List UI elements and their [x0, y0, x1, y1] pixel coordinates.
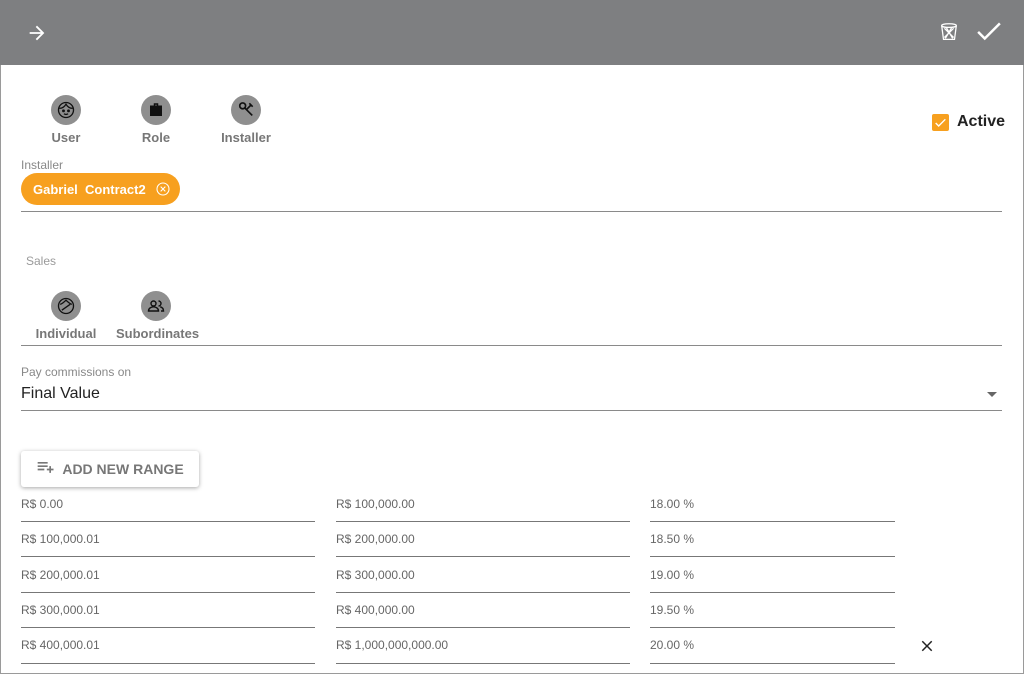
arrow-right-icon[interactable] [22, 18, 52, 48]
range-to-field[interactable]: R$ 300,000.00 [336, 568, 415, 582]
installer-chip[interactable]: Gabriel Contract2 [21, 173, 180, 205]
top-bar [0, 0, 1024, 65]
pay-commissions-underline [21, 410, 1002, 411]
type-role-label: Role [141, 130, 171, 145]
range-percent-field[interactable]: 18.00 % [650, 497, 694, 511]
check-icon[interactable] [972, 14, 1006, 48]
field-underline [21, 592, 315, 593]
field-underline [650, 627, 895, 628]
range-to-field[interactable]: R$ 200,000.00 [336, 532, 415, 546]
sales-label: Sales [26, 254, 57, 268]
individual-icon [51, 291, 81, 321]
sales-individual-button[interactable]: Individual [26, 291, 106, 341]
sales-subordinates-button[interactable]: Subordinates [116, 291, 200, 341]
field-underline [336, 556, 630, 557]
field-underline [650, 663, 895, 664]
field-underline [21, 556, 315, 557]
active-label: Active [957, 113, 1006, 130]
installer-underline [21, 211, 1002, 212]
range-to-field[interactable]: R$ 1,000,000,000.00 [336, 638, 448, 652]
range-from-field[interactable]: R$ 100,000.01 [21, 532, 100, 546]
range-to-field[interactable]: R$ 400,000.00 [336, 603, 415, 617]
sales-subordinates-label: Subordinates [116, 326, 200, 341]
field-underline [650, 592, 895, 593]
installer-field-label: Installer [21, 158, 64, 172]
type-role-button[interactable]: Role [116, 95, 196, 145]
field-underline [336, 521, 630, 522]
add-new-range-label: ADD NEW RANGE [62, 461, 184, 477]
field-underline [336, 627, 630, 628]
close-icon[interactable] [917, 636, 937, 656]
chip-remove-icon[interactable] [154, 180, 172, 198]
field-underline [21, 627, 315, 628]
range-from-field[interactable]: R$ 0.00 [21, 497, 63, 511]
field-underline [650, 521, 895, 522]
installer-chip-text: Gabriel Contract2 [33, 181, 146, 197]
briefcase-icon [141, 95, 171, 125]
range-from-field[interactable]: R$ 200,000.01 [21, 568, 100, 582]
range-from-field[interactable]: R$ 300,000.01 [21, 603, 100, 617]
range-from-field[interactable]: R$ 400,000.01 [21, 638, 100, 652]
chevron-down-icon[interactable] [987, 392, 997, 397]
tools-icon [231, 95, 261, 125]
field-underline [650, 556, 895, 557]
range-percent-field[interactable]: 19.00 % [650, 568, 694, 582]
range-to-field[interactable]: R$ 100,000.00 [336, 497, 415, 511]
type-user-label: User [51, 130, 81, 145]
range-percent-field[interactable]: 18.50 % [650, 532, 694, 546]
field-underline [336, 592, 630, 593]
field-underline [21, 663, 315, 664]
playlist-add-icon [36, 457, 56, 482]
sales-underline [21, 345, 1002, 346]
field-underline [336, 663, 630, 664]
active-toggle[interactable]: Active [932, 113, 1005, 131]
range-percent-field[interactable]: 20.00 % [650, 638, 694, 652]
trash-icon[interactable] [934, 17, 964, 47]
add-new-range-button[interactable]: ADD NEW RANGE [21, 451, 199, 487]
pay-commissions-label: Pay commissions on [21, 365, 132, 379]
active-checkbox[interactable] [932, 113, 949, 131]
type-user-button[interactable]: User [26, 95, 106, 145]
pay-commissions-select[interactable]: Final Value [21, 385, 100, 403]
people-icon [141, 291, 171, 321]
face-icon [51, 95, 81, 125]
field-underline [21, 521, 315, 522]
sales-individual-label: Individual [35, 326, 97, 341]
type-installer-button[interactable]: Installer [206, 95, 286, 145]
range-percent-field[interactable]: 19.50 % [650, 603, 694, 617]
type-installer-label: Installer [221, 130, 271, 145]
